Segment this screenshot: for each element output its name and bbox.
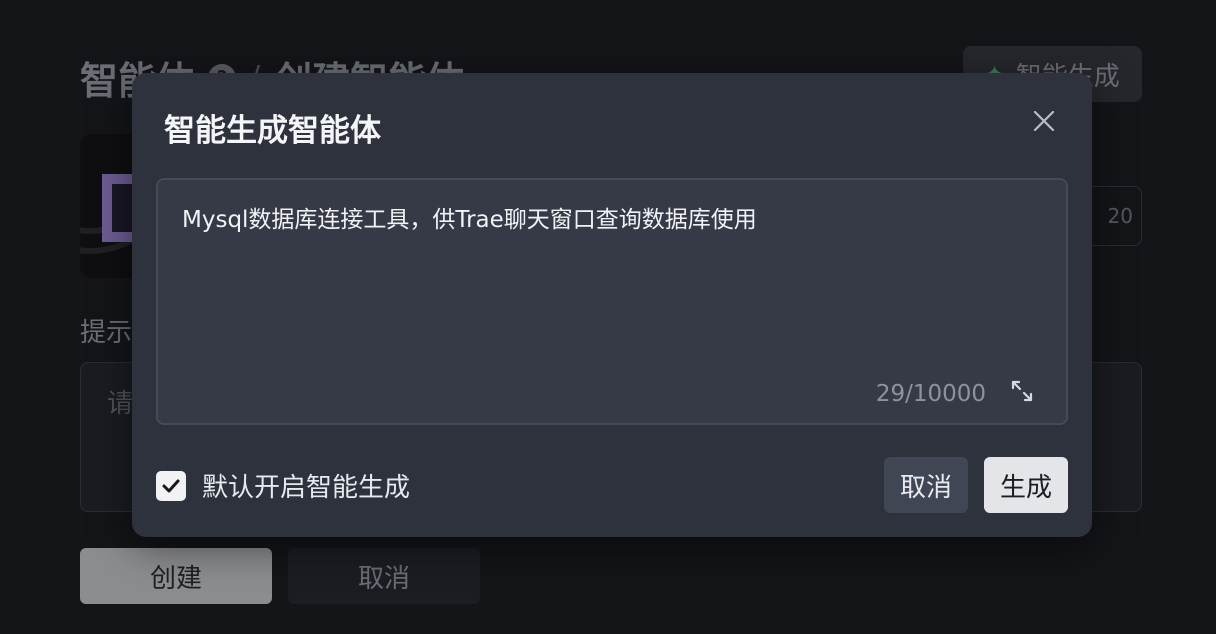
close-icon — [1033, 110, 1055, 132]
close-button[interactable] — [1028, 105, 1060, 137]
checkbox-label: 默认开启智能生成 — [202, 473, 411, 503]
create-button[interactable]: 创建 — [80, 548, 272, 604]
prompt-label: 提示 — [80, 318, 133, 348]
prompt-placeholder: 请 — [107, 389, 134, 419]
expand-button[interactable] — [1008, 377, 1036, 405]
description-text[interactable]: Mysql数据库连接工具，供Trae聊天窗口查询数据库使用 — [182, 200, 1042, 234]
char-count: 29/10000 — [875, 381, 986, 407]
generate-button[interactable]: 生成 — [984, 457, 1068, 513]
page-cancel-button[interactable]: 取消 — [288, 548, 480, 604]
modal-title: 智能生成智能体 — [164, 113, 381, 149]
page: 智能体 ? / 创建智能体 ✦ 智能生成 20 提示 请 创建 取消 智能生成智… — [0, 0, 1216, 634]
smart-generate-modal: 智能生成智能体 Mysql数据库连接工具，供Trae聊天窗口查询数据库使用 29… — [132, 73, 1092, 537]
expand-icon — [1011, 380, 1033, 402]
cancel-button[interactable]: 取消 — [884, 457, 968, 513]
check-icon — [162, 479, 180, 492]
default-smart-generate-checkbox[interactable]: 默认开启智能生成 — [156, 467, 410, 504]
checkbox[interactable] — [156, 470, 186, 501]
description-textarea[interactable]: Mysql数据库连接工具，供Trae聊天窗口查询数据库使用 29/10000 — [156, 178, 1068, 425]
